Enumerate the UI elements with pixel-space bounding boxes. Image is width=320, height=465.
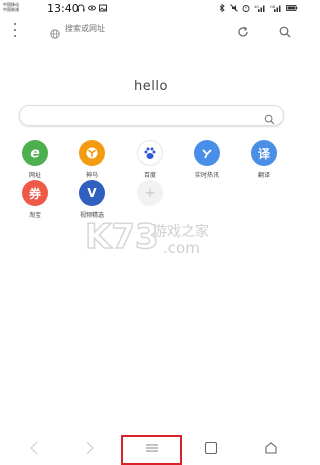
search-icon[interactable] [264,110,275,125]
shortcut-translate[interactable]: 译 翻译 [244,140,284,184]
refresh-icon[interactable] [237,23,249,37]
svg-text:HD: HD [270,5,276,9]
video-icon: V [79,180,105,206]
status-time: 13:40 [47,2,79,15]
browser-toolbar: 搜索或网址 [0,19,302,41]
browser-e-icon: e [22,140,48,166]
battery-icon [286,4,298,12]
system-icons: 4G HD [218,4,298,12]
k73-watermark: K73 游戏之家 .com [83,212,228,260]
shortcut-baidu[interactable]: 百度 [130,140,170,184]
home-icon[interactable] [262,439,280,457]
news-icon [194,140,220,166]
alarm-icon [242,4,250,12]
watermark-logo: K73 [85,217,159,257]
forward-icon[interactable] [81,439,99,457]
shortcut-label: 淘宝 [28,212,41,219]
shortcut-label: 网址 [28,172,41,179]
shortcut-shenma[interactable]: 神马 [72,140,112,184]
eye-icon [88,4,96,12]
svg-text:4G: 4G [254,5,259,9]
shortcut-label: 实时热讯 [194,172,219,179]
more-menu-icon[interactable] [13,23,17,37]
shortcut-label: 百度 [143,172,156,179]
shortcut-label: 神马 [85,172,98,179]
home-search-input[interactable] [19,105,284,126]
home-greeting: hello [134,79,168,94]
back-icon[interactable] [25,439,43,457]
status-bar: 中国移动 中国联通 13:40 4G HD [0,0,302,18]
address-placeholder: 搜索或网址 [65,24,105,33]
search-icon[interactable] [279,23,291,38]
headset-icon [77,4,85,12]
image-icon [99,4,107,12]
shortcut-taobao[interactable]: 券 淘宝 [15,180,55,224]
add-shortcut-icon: + [137,180,163,206]
bluetooth-icon [218,4,226,12]
watermark-site: 游戏之家 [153,223,209,240]
shortcut-label: 翻译 [257,172,270,179]
notification-icons [77,4,107,12]
baidu-paw-icon [137,140,163,166]
mute-icon [230,4,238,12]
carrier-info: 中国移动 中国联通 [3,2,19,12]
translate-icon: 译 [251,140,277,166]
watermark-domain: .com [163,239,200,257]
shortcut-news[interactable]: 实时热讯 [187,140,227,184]
carrier-2: 中国联通 [3,7,19,12]
signal-1-icon: 4G [254,4,266,12]
shenma-icon [79,140,105,166]
coupon-icon: 券 [22,180,48,206]
signal-2-icon: HD [270,4,282,12]
shortcut-wangzhi[interactable]: e 网址 [15,140,55,184]
globe-icon [50,24,60,39]
svg-text:e: e [30,146,40,162]
tabs-icon[interactable] [202,439,220,457]
address-bar[interactable]: 搜索或网址 [40,20,220,39]
